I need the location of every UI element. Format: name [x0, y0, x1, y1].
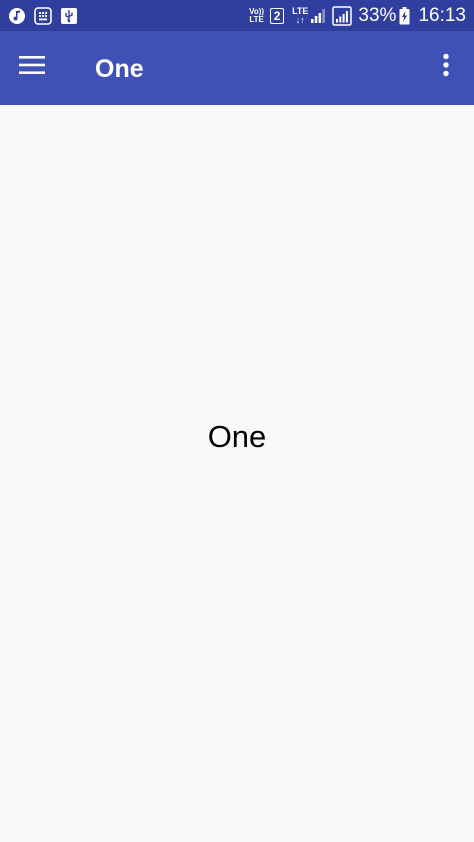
- music-note-icon: [8, 7, 26, 25]
- battery-charging-icon: [399, 6, 410, 25]
- usb-icon: [60, 7, 78, 25]
- signal-strength-sim2-icon: [332, 5, 353, 26]
- volte-indicator: Vo)) LTE: [249, 7, 264, 24]
- status-clock: 16:13: [418, 4, 466, 26]
- more-vertical-icon: [442, 53, 450, 82]
- navigation-drawer-button[interactable]: [8, 43, 56, 91]
- volte-bottom-label: LTE: [249, 14, 264, 24]
- keypad-notification-icon: [34, 6, 52, 25]
- overflow-menu-button[interactable]: [426, 43, 466, 91]
- toolbar-title: One: [95, 55, 144, 83]
- lte-indicator: LTE ↓↑: [292, 6, 308, 25]
- battery-percentage: 33%: [358, 4, 397, 26]
- main-content: One: [0, 105, 474, 842]
- lte-arrows: ↓↑: [295, 14, 305, 25]
- signal-strength-icon: [310, 8, 326, 24]
- hamburger-menu-icon: [19, 55, 45, 80]
- fragment-label: One: [207, 419, 267, 454]
- status-bar-right: Vo)) LTE 2 LTE ↓↑ 33% 16:13: [249, 0, 466, 31]
- status-bar: Vo)) LTE 2 LTE ↓↑ 33% 16:13: [0, 0, 474, 31]
- sim-slot-badge: 2: [270, 7, 285, 24]
- app-bar: One: [0, 31, 474, 105]
- app-screen: Vo)) LTE 2 LTE ↓↑ 33% 16:13 One One: [0, 0, 474, 842]
- status-bar-left: [8, 0, 86, 31]
